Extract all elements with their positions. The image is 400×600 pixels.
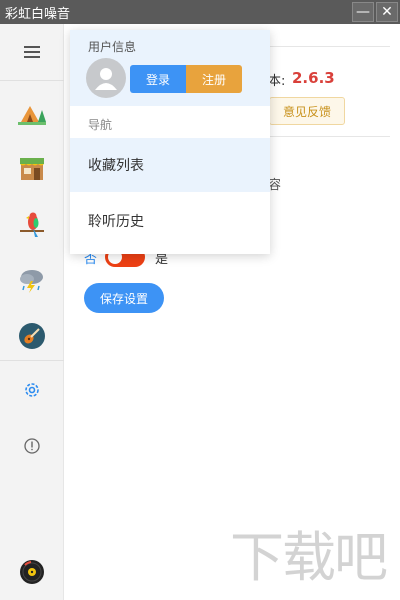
save-settings-button[interactable]: 保存设置 [84,283,164,313]
sidebar-divider [0,360,64,361]
user-dropdown-panel: 用户信息 登录 注册 导航 收藏列表 聆听历史 [70,30,270,254]
thunderstorm-icon [20,270,43,293]
version-number: 2.6.3 [292,69,335,87]
nav-item-favorites[interactable]: 收藏列表 [70,138,270,192]
nav-section-label: 导航 [88,118,113,132]
avatar [86,58,126,98]
minimize-button[interactable]: — [352,2,374,22]
parrot-icon [20,212,44,237]
sidebar-item-guitar[interactable] [0,308,64,364]
sidebar-item-shop[interactable] [0,140,64,196]
sidebar-item-camping[interactable] [0,84,64,140]
sidebar-item-about[interactable] [0,418,64,474]
login-button[interactable]: 登录 [130,65,186,93]
close-button[interactable]: ✕ [376,2,398,22]
vinyl-record-icon [20,560,44,584]
guitar-icon [19,323,45,349]
version-label: 本: [268,74,286,89]
user-info-label: 用户信息 [88,40,137,54]
settings-icon [25,383,39,397]
title-bar: 彩虹白噪音 — ✕ [0,0,400,24]
sidebar-item-thunderstorm[interactable] [0,252,64,308]
menu-icon [24,46,40,58]
watermark-text: 下载吧 [230,526,388,589]
sidebar-item-parrot[interactable] [0,196,64,252]
shop-icon [20,158,44,180]
window-title: 彩虹白噪音 [5,6,71,22]
nav-item-history[interactable]: 聆听历史 [70,194,270,248]
watermark-logo: 下载吧 [230,513,388,592]
camping-icon [18,106,46,125]
sidebar-item-now-playing[interactable] [0,544,64,600]
user-avatar-icon [95,68,117,90]
sidebar-divider [0,80,64,81]
info-icon [24,438,40,454]
sidebar [0,24,64,600]
register-button[interactable]: 注册 [186,65,242,93]
sidebar-item-settings[interactable] [0,362,64,418]
feedback-button[interactable]: 意见反馈 [269,97,345,125]
sidebar-item-menu[interactable] [0,24,64,80]
